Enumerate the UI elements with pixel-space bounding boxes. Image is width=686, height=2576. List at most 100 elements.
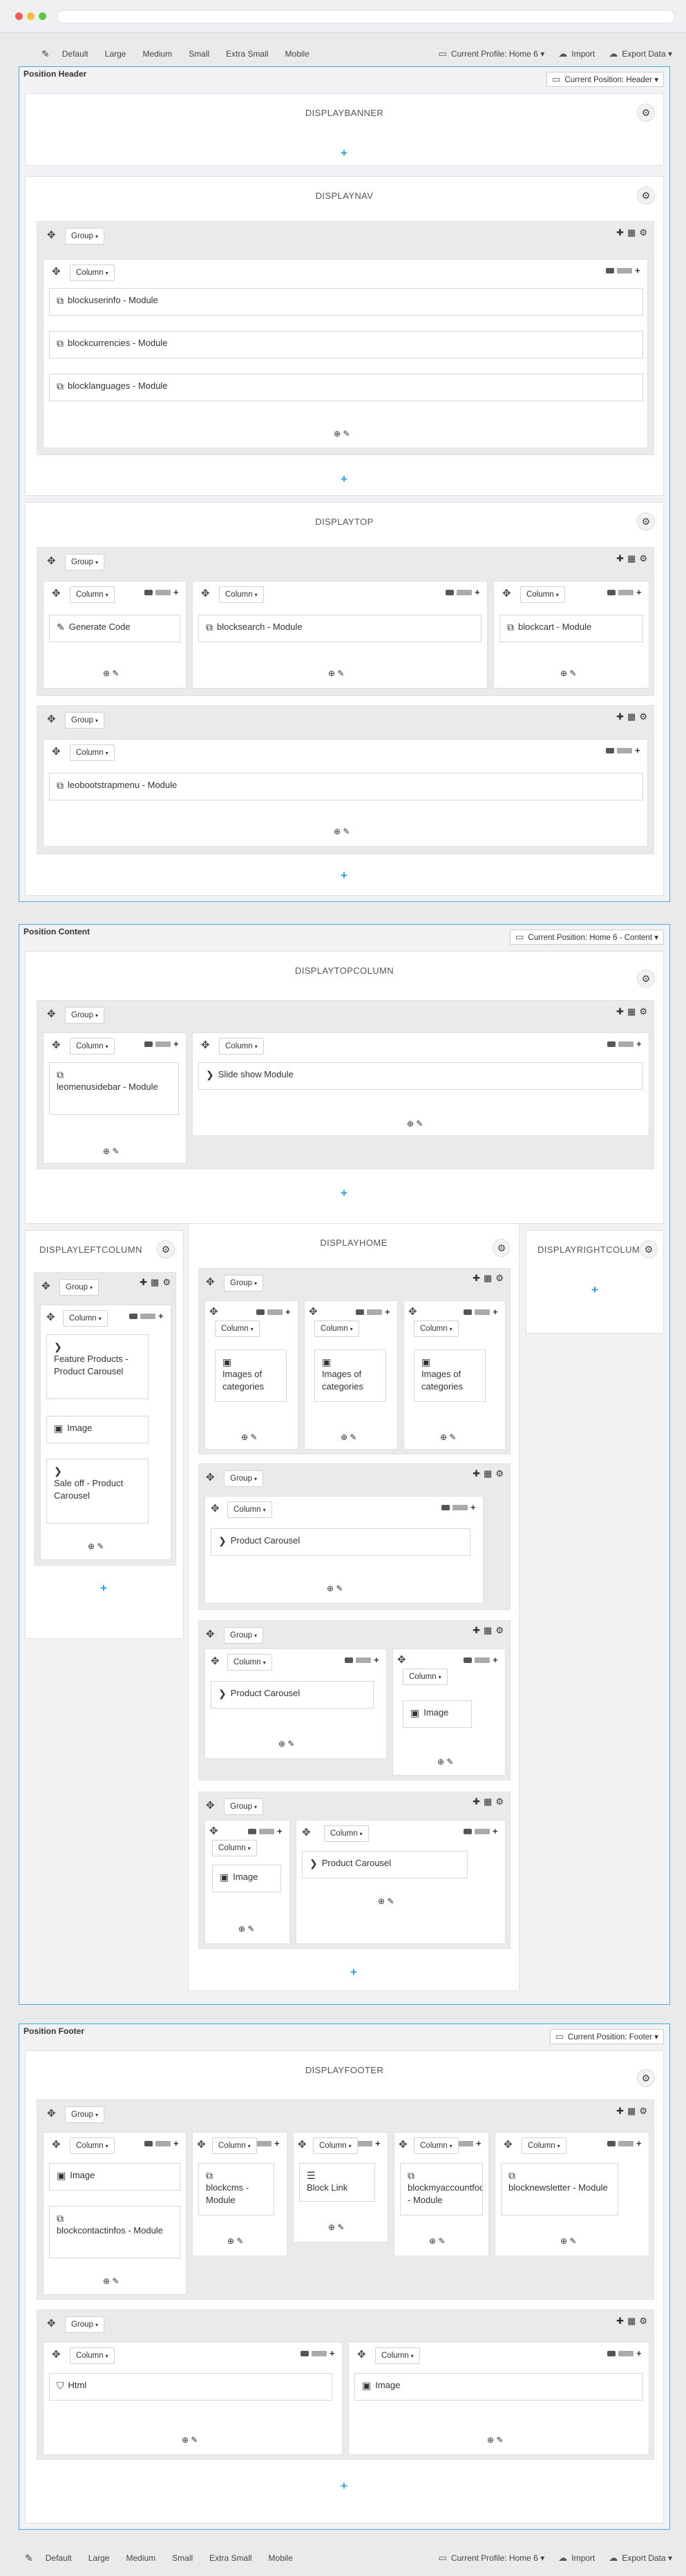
add-column-icon[interactable]: ✚ <box>473 1625 484 1635</box>
add-column-icon[interactable]: ✚ <box>616 2106 627 2116</box>
module-item[interactable]: ▣ Image <box>46 1416 149 1443</box>
module-item[interactable]: ⧉ blocklanguages - Module <box>49 374 643 401</box>
increase-width-icon[interactable]: + <box>277 1826 283 1836</box>
move-icon[interactable]: ✥ <box>206 1471 215 1483</box>
column-dropdown[interactable]: Column ▾ <box>314 1320 359 1337</box>
add-module-icon[interactable]: ⊕ <box>103 2276 110 2286</box>
add-column-icon[interactable]: ✚ <box>616 2316 627 2326</box>
maximize-window-icon[interactable] <box>39 12 46 20</box>
grid-icon[interactable]: ▦ <box>484 1273 495 1283</box>
group-dropdown[interactable]: Group ▾ <box>224 1798 263 1815</box>
increase-width-icon[interactable]: + <box>330 2348 335 2358</box>
decrease-width-icon[interactable] <box>441 1505 450 1510</box>
module-item[interactable]: ▣ Images of categories <box>414 1349 486 1402</box>
grid-icon[interactable]: ▦ <box>151 1277 162 1287</box>
column-dropdown[interactable]: Column ▾ <box>63 1310 108 1327</box>
move-icon[interactable]: ✥ <box>47 1008 56 1020</box>
add-module-icon[interactable]: ⊕ <box>334 827 341 836</box>
edit-icon[interactable]: ✎ <box>337 669 344 678</box>
add-group-icon[interactable]: + <box>341 146 347 160</box>
increase-width-icon[interactable]: + <box>493 1826 498 1836</box>
group-dropdown[interactable]: Group ▾ <box>65 554 104 570</box>
increase-width-icon[interactable]: + <box>470 1502 476 1512</box>
export-data-dropdown[interactable]: ☁ Export Data ▾ <box>609 2553 672 2564</box>
device-extra-small[interactable]: Extra Small <box>209 2553 251 2563</box>
gear-icon[interactable]: ⚙ <box>637 970 655 988</box>
move-icon[interactable]: ✥ <box>309 1305 318 1318</box>
decrease-width-icon[interactable] <box>129 1314 137 1319</box>
gear-icon[interactable]: ⚙ <box>495 1796 507 1807</box>
add-module-icon[interactable]: ⊕ <box>88 1541 95 1551</box>
move-icon[interactable]: ✥ <box>211 1502 220 1515</box>
edit-icon[interactable]: ✎ <box>387 1896 394 1906</box>
add-module-icon[interactable]: ⊕ <box>278 1739 285 1749</box>
column-dropdown[interactable]: Column ▾ <box>70 2137 115 2154</box>
increase-width-icon[interactable]: + <box>173 1039 179 1049</box>
column-dropdown[interactable]: Column ▾ <box>414 1320 459 1337</box>
module-item[interactable]: ❯ Product Carousel <box>302 1851 468 1878</box>
add-module-icon[interactable]: ⊕ <box>440 1432 447 1442</box>
decrease-width-icon[interactable] <box>606 268 614 273</box>
current-profile-dropdown[interactable]: ▭ Current Profile: Home 6 ▾ <box>439 2553 545 2564</box>
move-icon[interactable]: ✥ <box>206 1276 215 1288</box>
grid-icon[interactable]: ▦ <box>484 1468 495 1479</box>
device-medium[interactable]: Medium <box>142 49 172 59</box>
column-dropdown[interactable]: Column ▾ <box>375 2347 420 2364</box>
column-dropdown[interactable]: Column ▾ <box>227 1501 272 1518</box>
decrease-width-icon[interactable] <box>256 1309 265 1315</box>
module-item[interactable]: ⧉ blocksearch - Module <box>198 615 482 642</box>
move-icon[interactable]: ✥ <box>52 2138 61 2151</box>
address-bar[interactable] <box>57 10 675 23</box>
gear-icon[interactable]: ⚙ <box>162 1277 174 1287</box>
move-icon[interactable]: ✥ <box>52 1039 61 1051</box>
move-icon[interactable]: ✥ <box>47 555 56 567</box>
edit-icon[interactable]: ✎ <box>438 2236 445 2246</box>
column-dropdown[interactable]: Column ▾ <box>522 2137 566 2154</box>
device-mobile[interactable]: Mobile <box>285 49 309 59</box>
decrease-width-icon[interactable] <box>248 1829 256 1834</box>
gear-icon[interactable]: ⚙ <box>640 1240 658 1258</box>
current-position-dropdown[interactable]: ▭ Current Position: Home 6 - Content ▾ <box>510 930 664 945</box>
module-item[interactable]: ⧉ blockuserinfo - Module <box>49 288 643 316</box>
grid-icon[interactable]: ▦ <box>484 1796 495 1807</box>
decrease-width-icon[interactable] <box>345 1657 353 1663</box>
column-dropdown[interactable]: Column ▾ <box>414 2137 459 2154</box>
edit-icon[interactable]: ✎ <box>236 2236 243 2246</box>
module-item[interactable]: ⧉ blockcontactinfos - Module <box>49 2206 180 2258</box>
edit-icon[interactable]: ✎ <box>191 2435 198 2445</box>
minimize-window-icon[interactable] <box>27 12 35 20</box>
increase-width-icon[interactable]: + <box>636 2138 642 2149</box>
increase-width-icon[interactable]: + <box>493 1307 498 1317</box>
add-module-icon[interactable]: ⊕ <box>238 1924 245 1934</box>
module-item[interactable]: ✎ Generate Code <box>49 615 180 642</box>
add-group-icon[interactable]: + <box>341 472 347 486</box>
column-dropdown[interactable]: Column ▾ <box>324 1825 369 1842</box>
edit-icon[interactable]: ✎ <box>350 1432 356 1442</box>
gear-icon[interactable]: ⚙ <box>639 2316 651 2326</box>
add-column-icon[interactable]: ✚ <box>616 553 627 564</box>
edit-icon[interactable]: ✎ <box>343 827 350 836</box>
module-item[interactable]: ⛉ Html <box>49 2373 332 2401</box>
increase-width-icon[interactable]: + <box>374 1655 379 1665</box>
edit-icon[interactable]: ✎ <box>247 1924 254 1934</box>
module-item[interactable]: ⧉ leobootstrapmenu - Module <box>49 773 643 800</box>
column-dropdown[interactable]: Column ▾ <box>403 1669 448 1685</box>
group-dropdown[interactable]: Group ▾ <box>65 2106 104 2123</box>
group-dropdown[interactable]: Group ▾ <box>65 1007 104 1023</box>
column-dropdown[interactable]: Column ▾ <box>70 1038 115 1055</box>
gear-icon[interactable]: ⚙ <box>639 2106 651 2116</box>
gear-icon[interactable]: ⚙ <box>637 104 655 122</box>
add-module-icon[interactable]: ⊕ <box>560 2236 567 2246</box>
edit-icon[interactable]: ✎ <box>343 429 350 439</box>
column-dropdown[interactable]: Column ▾ <box>70 265 115 281</box>
move-icon[interactable]: ✥ <box>201 587 210 599</box>
move-icon[interactable]: ✥ <box>504 2138 513 2151</box>
add-module-icon[interactable]: ⊕ <box>429 2236 436 2246</box>
increase-width-icon[interactable]: + <box>173 587 179 597</box>
move-icon[interactable]: ✥ <box>399 2138 408 2151</box>
gear-icon[interactable]: ⚙ <box>157 1240 175 1258</box>
add-group-icon[interactable]: + <box>100 1582 107 1595</box>
decrease-width-icon[interactable] <box>607 590 616 595</box>
move-icon[interactable]: ✥ <box>298 2138 307 2151</box>
column-dropdown[interactable]: Column ▾ <box>227 1654 272 1671</box>
